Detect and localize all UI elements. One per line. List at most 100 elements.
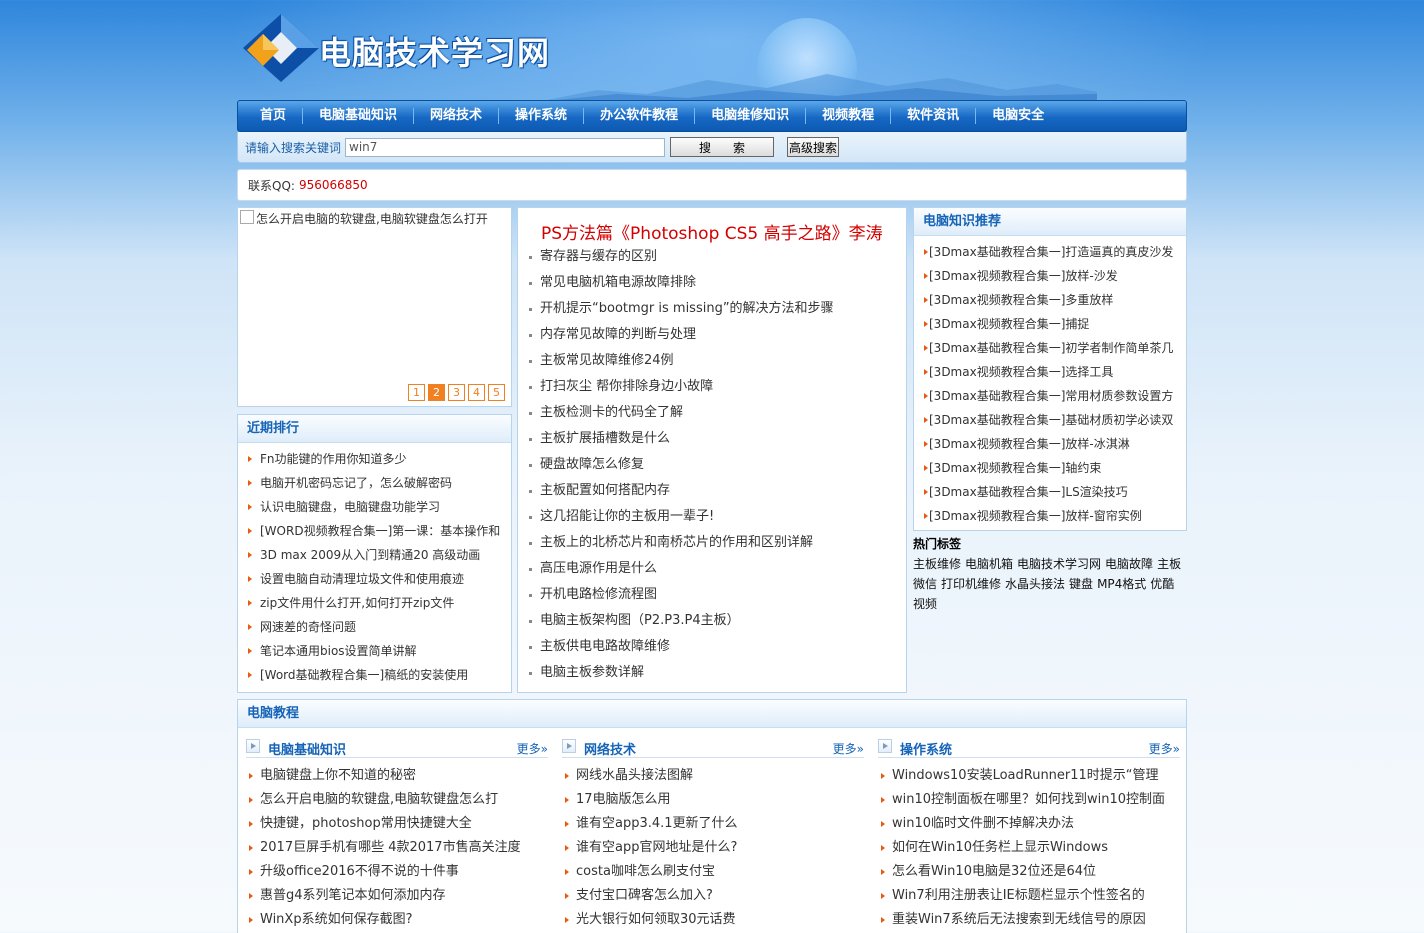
list-item[interactable]: 设置电脑自动清理垃圾文件和使用痕迹	[238, 567, 511, 591]
site-logo-icon[interactable]	[241, 12, 321, 84]
contact-qq[interactable]: 956066850	[299, 178, 368, 192]
tag-link[interactable]: 电脑机箱	[965, 557, 1013, 571]
list-item[interactable]: 如何在Win10任务栏上显示Windows	[878, 836, 1180, 860]
list-item[interactable]: zip文件用什么打开,如何打开zip文件	[238, 591, 511, 615]
list-item[interactable]: 电脑键盘上你不知道的秘密	[246, 764, 548, 788]
list-item[interactable]: 寄存器与缓存的区别	[518, 244, 906, 270]
nav-basics[interactable]: 电脑基础知识	[303, 108, 415, 124]
list-item[interactable]: 打扫灰尘 帮你排除身边小故障	[518, 374, 906, 400]
tag-link[interactable]: 微信	[913, 577, 937, 591]
nav-software[interactable]: 软件资讯	[891, 108, 977, 124]
list-item[interactable]: 谁有空app3.4.1更新了什么	[562, 812, 864, 836]
list-item[interactable]: [Word基础教程合集一]稿纸的安装使用	[238, 663, 511, 687]
list-item[interactable]: 光大银行如何领取30元话费	[562, 908, 864, 932]
list-item[interactable]: 怎么开启电脑的软键盘,电脑软键盘怎么打	[246, 788, 548, 812]
list-item[interactable]: 17电脑版怎么用	[562, 788, 864, 812]
nav-video[interactable]: 视频教程	[806, 108, 892, 124]
tag-link[interactable]: 打印机维修	[941, 577, 1001, 591]
nav-office[interactable]: 办公软件教程	[584, 108, 696, 124]
slider-page-5[interactable]: 5	[488, 384, 505, 401]
site-title[interactable]: 电脑技术学习网	[319, 28, 550, 74]
list-item[interactable]: [3Dmax视频教程合集一]放样-窗帘实例	[914, 504, 1186, 528]
list-item[interactable]: 电脑开机密码忘记了，怎么破解密码	[238, 471, 511, 495]
slider-page-2[interactable]: 2	[428, 384, 445, 401]
search-button[interactable]: 搜索	[670, 137, 775, 157]
slider-image[interactable]: 怎么开启电脑的软键盘,电脑软键盘怎么打开	[238, 208, 511, 227]
advanced-search-button[interactable]: 高级搜索	[787, 137, 840, 157]
list-item[interactable]: [3Dmax基础教程合集一]常用材质参数设置方	[914, 384, 1186, 408]
list-item[interactable]: 主板配置如何搭配内存	[518, 478, 906, 504]
more-link[interactable]: 更多»	[1149, 740, 1180, 757]
list-item[interactable]: 重装Win7系统后无法搜索到无线信号的原因	[878, 908, 1180, 932]
list-item[interactable]: 主板常见故障维修24例	[518, 348, 906, 374]
list-item[interactable]: [3Dmax视频教程合集一]放样-冰淇淋	[914, 432, 1186, 456]
search-input[interactable]: win7	[345, 137, 666, 157]
tag-link[interactable]: 优酷	[1150, 577, 1174, 591]
list-item[interactable]: 硬盘故障怎么修复	[518, 452, 906, 478]
nav-repair[interactable]: 电脑维修知识	[695, 108, 807, 124]
column-title[interactable]: 操作系统	[900, 739, 952, 758]
list-item[interactable]: 支付宝口碑客怎么加入?	[562, 884, 864, 908]
nav-security[interactable]: 电脑安全	[976, 108, 1060, 124]
list-item[interactable]: 2017巨屏手机有哪些 4款2017市售高关注度	[246, 836, 548, 860]
tag-link[interactable]: 主板维修	[913, 557, 961, 571]
list-item[interactable]: 主板供电电路故障维修	[518, 634, 906, 660]
list-item[interactable]: 主板上的北桥芯片和南桥芯片的作用和区别详解	[518, 530, 906, 556]
list-item[interactable]: 网线水晶头接法图解	[562, 764, 864, 788]
list-item[interactable]: 笔记本通用bios设置简单讲解	[238, 639, 511, 663]
list-item[interactable]: 主板扩展插槽数是什么	[518, 426, 906, 452]
list-item[interactable]: [WORD视频教程合集一]第一课：基本操作和	[238, 519, 511, 543]
nav-network[interactable]: 网络技术	[414, 108, 500, 124]
list-item[interactable]: 快捷键，photoshop常用快捷键大全	[246, 812, 548, 836]
list-item[interactable]: win10临时文件删不掉解决办法	[878, 812, 1180, 836]
list-item[interactable]: win10控制面板在哪里？如何找到win10控制面	[878, 788, 1180, 812]
list-item[interactable]: costa咖啡怎么刷支付宝	[562, 860, 864, 884]
list-item[interactable]: Windows10安装LoadRunner11时提示“管理	[878, 764, 1180, 788]
list-item[interactable]: WinXp系统如何保存截图?	[246, 908, 548, 932]
tag-link[interactable]: 键盘	[1069, 577, 1093, 591]
list-item[interactable]: 内存常见故障的判断与处理	[518, 322, 906, 348]
list-item[interactable]: 惠普g4系列笔记本如何添加内存	[246, 884, 548, 908]
list-item[interactable]: 主板检测卡的代码全了解	[518, 400, 906, 426]
list-item[interactable]: 这几招能让你的主板用一辈子!	[518, 504, 906, 530]
list-item[interactable]: 高压电源作用是什么	[518, 556, 906, 582]
slider-page-3[interactable]: 3	[448, 384, 465, 401]
list-item[interactable]: 常见电脑机箱电源故障排除	[518, 270, 906, 296]
list-item[interactable]: 认识电脑键盘，电脑键盘功能学习	[238, 495, 511, 519]
list-item[interactable]: 电脑主板参数详解	[518, 660, 906, 686]
tag-link[interactable]: 水晶头接法	[1005, 577, 1065, 591]
tag-link[interactable]: 电脑故障	[1105, 557, 1153, 571]
list-item[interactable]: Win7利用注册表让IE标题栏显示个性签名的	[878, 884, 1180, 908]
list-item[interactable]: 3D max 2009从入门到精通20 高级动画	[238, 543, 511, 567]
nav-os[interactable]: 操作系统	[499, 108, 585, 124]
list-item[interactable]: [3Dmax视频教程合集一]捕捉	[914, 312, 1186, 336]
headline-title[interactable]: PS方法篇《Photoshop CS5 高手之路》李涛	[518, 208, 906, 244]
column-title[interactable]: 电脑基础知识	[268, 739, 346, 758]
list-item[interactable]: [3Dmax基础教程合集一]打造逼真的真皮沙发	[914, 240, 1186, 264]
nav-home[interactable]: 首页	[244, 108, 304, 124]
list-item[interactable]: [3Dmax视频教程合集一]放样-沙发	[914, 264, 1186, 288]
list-item[interactable]: [3Dmax视频教程合集一]选择工具	[914, 360, 1186, 384]
list-item[interactable]: 网速差的奇怪问题	[238, 615, 511, 639]
slider-page-4[interactable]: 4	[468, 384, 485, 401]
list-item[interactable]: 开机电路检修流程图	[518, 582, 906, 608]
list-item[interactable]: [3Dmax基础教程合集一]初学者制作简单茶几	[914, 336, 1186, 360]
tag-link[interactable]: MP4格式	[1097, 577, 1146, 591]
slider-page-1[interactable]: 1	[408, 384, 425, 401]
list-item[interactable]: [3Dmax视频教程合集一]多重放样	[914, 288, 1186, 312]
more-link[interactable]: 更多»	[517, 740, 548, 757]
column-title[interactable]: 网络技术	[584, 739, 636, 758]
list-item[interactable]: 升级office2016不得不说的十件事	[246, 860, 548, 884]
tag-link[interactable]: 电脑技术学习网	[1017, 557, 1101, 571]
list-item[interactable]: 怎么看Win10电脑是32位还是64位	[878, 860, 1180, 884]
list-item[interactable]: 谁有空app官网地址是什么?	[562, 836, 864, 860]
list-item[interactable]: [3Dmax基础教程合集一]基础材质初学必读双	[914, 408, 1186, 432]
more-link[interactable]: 更多»	[833, 740, 864, 757]
list-item[interactable]: [3Dmax基础教程合集一]LS渲染技巧	[914, 480, 1186, 504]
list-item[interactable]: [3Dmax视频教程合集一]轴约束	[914, 456, 1186, 480]
tag-link[interactable]: 视频	[913, 597, 937, 611]
list-item[interactable]: 开机提示“bootmgr is missing”的解决方法和步骤	[518, 296, 906, 322]
list-item[interactable]: 电脑主板架构图（P2.P3.P4主板）	[518, 608, 906, 634]
list-item[interactable]: Fn功能键的作用你知道多少	[238, 447, 511, 471]
tag-link[interactable]: 主板	[1157, 557, 1181, 571]
